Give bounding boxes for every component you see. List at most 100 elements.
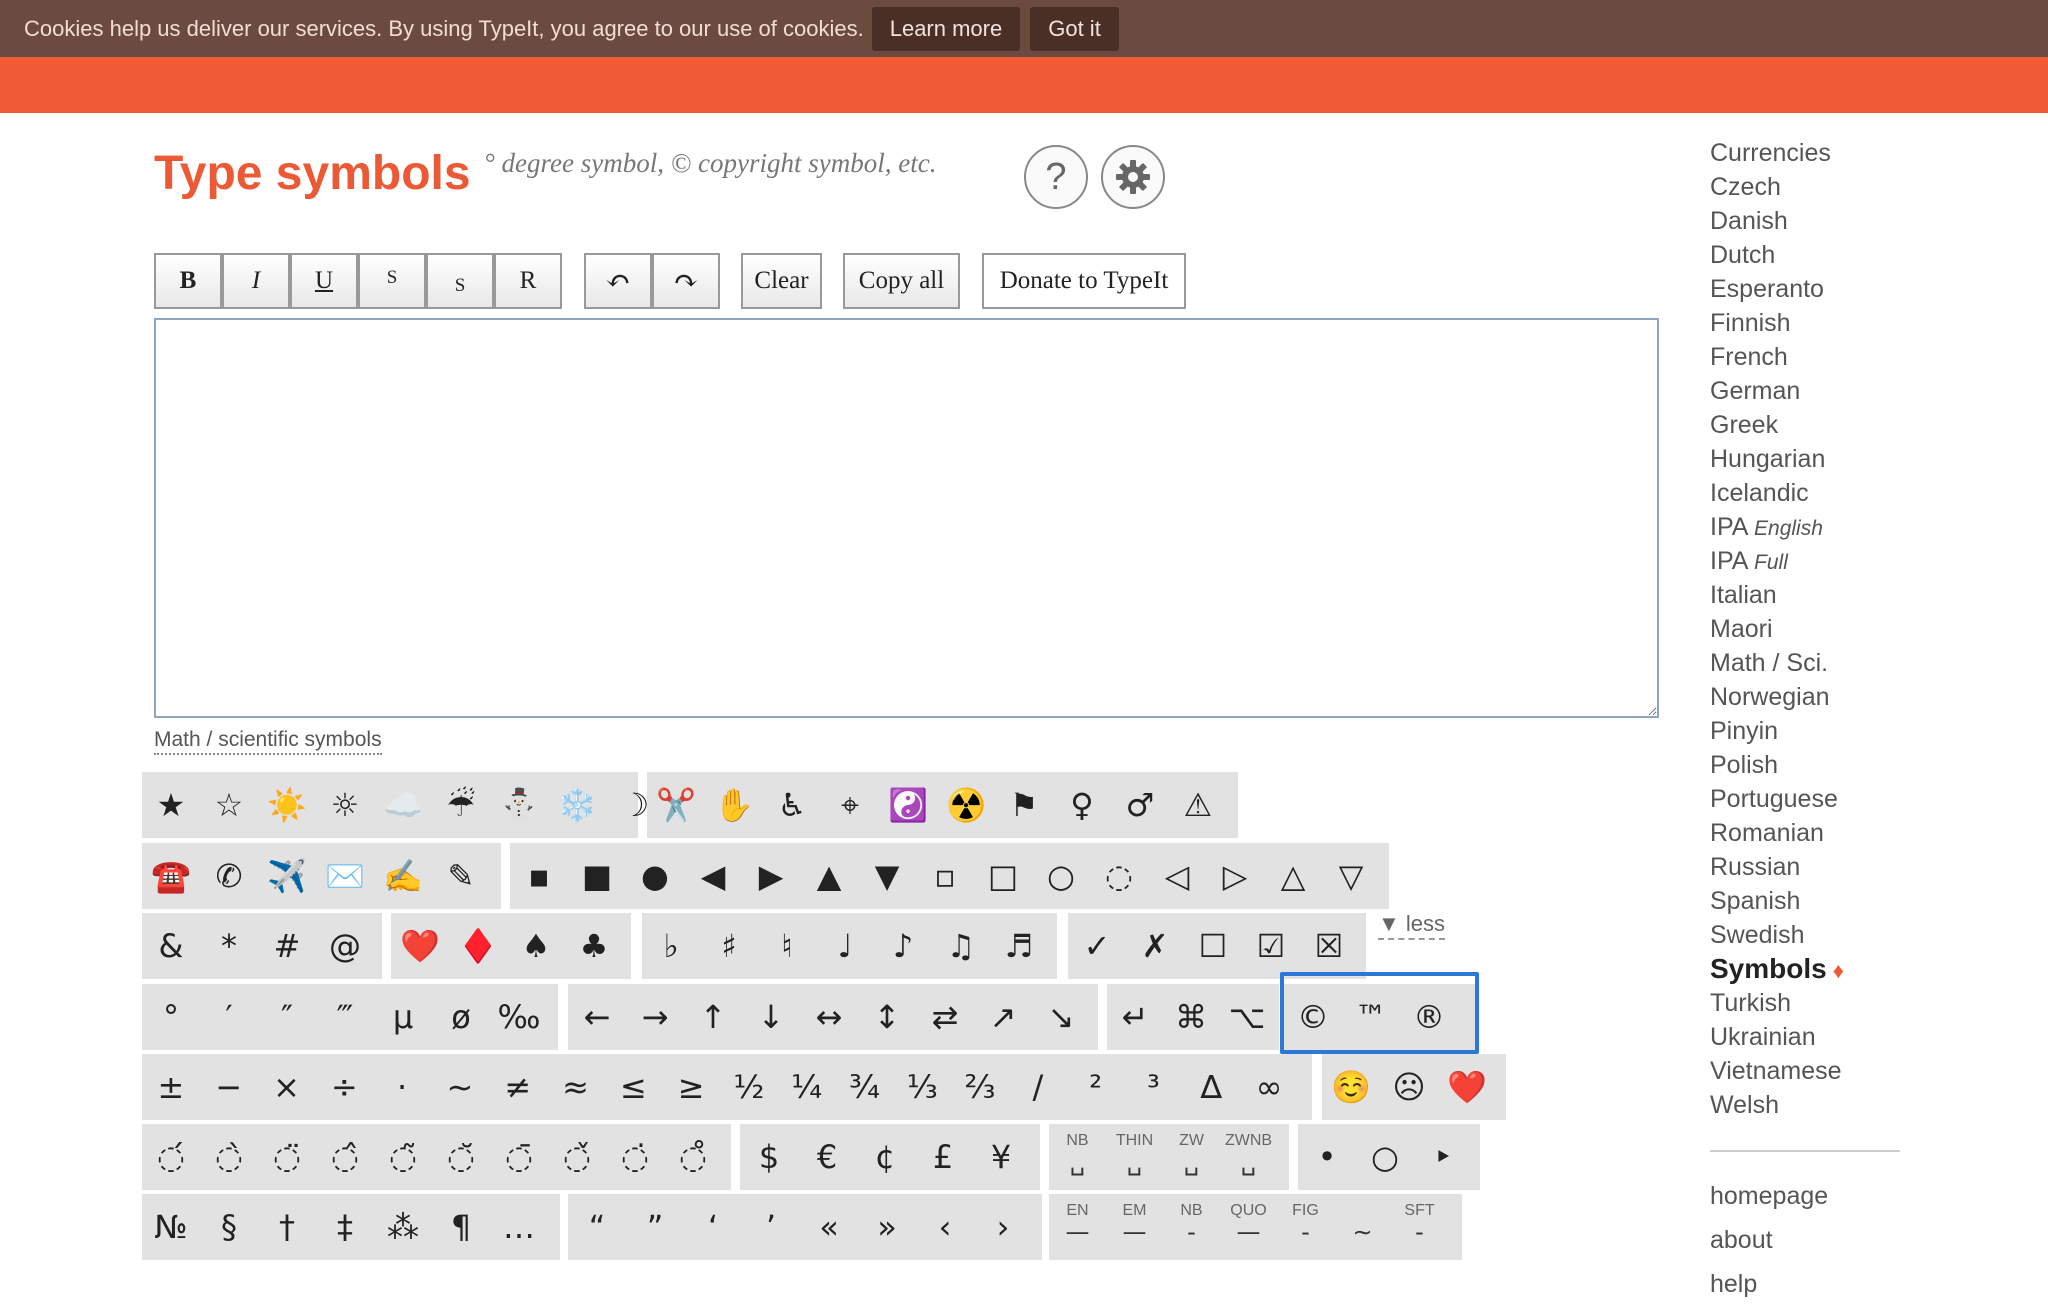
symbol-key[interactable]: $ bbox=[740, 1124, 798, 1190]
symbol-key[interactable]: ▼ bbox=[858, 843, 916, 909]
symbol-key[interactable]: … bbox=[490, 1194, 548, 1260]
symbol-key[interactable]: ✗ bbox=[1126, 913, 1184, 979]
symbol-key[interactable]: / bbox=[1009, 1054, 1067, 1120]
symbol-key[interactable]: ™ bbox=[1342, 984, 1400, 1050]
sidebar-item-vietnamese[interactable]: Vietnamese bbox=[1710, 1054, 2010, 1088]
symbol-key[interactable]: ◌̇ bbox=[606, 1124, 664, 1190]
sidebar-item-swedish[interactable]: Swedish bbox=[1710, 918, 2010, 952]
symbol-key[interactable]: ♫ bbox=[932, 913, 990, 979]
symbol-key[interactable]: ⌘ bbox=[1163, 984, 1219, 1050]
symbol-key[interactable]: ❤️ bbox=[1438, 1054, 1496, 1120]
symbol-key[interactable]: ✓ bbox=[1068, 913, 1126, 979]
sidebar-link-about[interactable]: about bbox=[1710, 1218, 2010, 1262]
symbol-key[interactable]: ✍️ bbox=[374, 843, 432, 909]
symbol-key[interactable]: EM — bbox=[1106, 1194, 1163, 1260]
symbol-key[interactable]: ☀️ bbox=[258, 772, 316, 838]
symbol-key[interactable]: ☔ bbox=[432, 772, 490, 838]
undo-button[interactable]: ↶ bbox=[584, 253, 652, 309]
symbol-key[interactable]: ✂️ bbox=[647, 772, 705, 838]
symbol-key[interactable]: ♪ bbox=[874, 913, 932, 979]
symbol-key[interactable]: « bbox=[800, 1194, 858, 1260]
symbol-key[interactable]: △ bbox=[1264, 843, 1322, 909]
symbol-key[interactable]: ↗ bbox=[974, 984, 1032, 1050]
subscript-button[interactable]: S bbox=[426, 253, 494, 309]
symbol-key[interactable]: ☑ bbox=[1242, 913, 1300, 979]
symbol-key[interactable]: ◌ bbox=[1090, 843, 1148, 909]
symbol-key[interactable]: ♯ bbox=[700, 913, 758, 979]
clear-button[interactable]: Clear bbox=[741, 253, 822, 309]
symbol-key[interactable]: □ bbox=[974, 843, 1032, 909]
sidebar-item-finnish[interactable]: Finnish bbox=[1710, 306, 2010, 340]
symbol-key[interactable]: ◌̄ bbox=[490, 1124, 548, 1190]
symbol-key[interactable]: ‹ bbox=[916, 1194, 974, 1260]
symbol-key[interactable]: ✎ bbox=[432, 843, 490, 909]
symbol-key[interactable]: ♿ bbox=[763, 772, 821, 838]
sidebar-item-hungarian[interactable]: Hungarian bbox=[1710, 442, 2010, 476]
sidebar-item-maori[interactable]: Maori bbox=[1710, 612, 2010, 646]
symbol-key[interactable]: ☺️ bbox=[1322, 1054, 1380, 1120]
symbol-key[interactable]: ↕ bbox=[858, 984, 916, 1050]
symbol-key[interactable]: ¢ bbox=[856, 1124, 914, 1190]
symbol-key[interactable]: ‣ bbox=[1414, 1124, 1472, 1190]
bold-button[interactable]: B bbox=[154, 253, 222, 309]
symbol-key[interactable]: ○ bbox=[1356, 1124, 1414, 1190]
symbol-key[interactable]: ◌̌ bbox=[548, 1124, 606, 1190]
symbol-key[interactable]: ≠ bbox=[489, 1054, 547, 1120]
symbol-key[interactable]: · bbox=[373, 1054, 431, 1120]
italic-button[interactable]: I bbox=[222, 253, 290, 309]
symbol-key[interactable]: × bbox=[258, 1054, 316, 1120]
section-label[interactable]: Math / scientific symbols bbox=[154, 728, 382, 755]
sidebar-item-russian[interactable]: Russian bbox=[1710, 850, 2010, 884]
symbol-key[interactable]: ▶ bbox=[742, 843, 800, 909]
symbol-key[interactable]: ◌̆ bbox=[432, 1124, 490, 1190]
superscript-button[interactable]: S bbox=[358, 253, 426, 309]
symbol-key[interactable]: ♩ bbox=[816, 913, 874, 979]
sidebar-item-symbols[interactable]: Symbols ♦ bbox=[1710, 952, 2010, 986]
symbol-key[interactable]: ♦️ bbox=[449, 913, 507, 979]
symbol-key[interactable]: ¥ bbox=[972, 1124, 1030, 1190]
symbol-key[interactable]: † bbox=[258, 1194, 316, 1260]
symbol-key[interactable]: ÷ bbox=[315, 1054, 373, 1120]
help-button[interactable]: ? bbox=[1024, 145, 1088, 209]
symbol-key[interactable]: ◌̂ bbox=[316, 1124, 374, 1190]
sidebar-link-help[interactable]: help bbox=[1710, 1262, 2010, 1306]
symbol-key[interactable]: ⛄ bbox=[490, 772, 548, 838]
symbol-key[interactable]: @ bbox=[316, 913, 374, 979]
symbol-key[interactable]: ¶ bbox=[432, 1194, 490, 1260]
text-editor[interactable] bbox=[154, 318, 1659, 718]
symbol-key[interactable]: * bbox=[200, 913, 258, 979]
less-toggle[interactable]: ▼ less bbox=[1378, 911, 1446, 940]
copy-all-button[interactable]: Copy all bbox=[843, 253, 960, 309]
symbol-key[interactable]: ❄️ bbox=[548, 772, 606, 838]
symbol-key[interactable]: £ bbox=[914, 1124, 972, 1190]
sidebar-item-icelandic[interactable]: Icelandic bbox=[1710, 476, 2010, 510]
symbol-key[interactable]: ‘ bbox=[684, 1194, 742, 1260]
symbol-key[interactable]: ❤️ bbox=[391, 913, 449, 979]
symbol-key[interactable]: ″ bbox=[258, 984, 316, 1050]
symbol-key[interactable]: ♂ bbox=[1111, 772, 1169, 838]
sidebar-item-dutch[interactable]: Dutch bbox=[1710, 238, 2010, 272]
symbol-key[interactable]: ≤ bbox=[604, 1054, 662, 1120]
symbol-key[interactable]: ▷ bbox=[1206, 843, 1264, 909]
symbol-key[interactable]: ⇄ bbox=[916, 984, 974, 1050]
symbol-key[interactable]: FIG - bbox=[1277, 1194, 1334, 1260]
symbol-key[interactable]: NB - bbox=[1163, 1194, 1220, 1260]
symbol-key[interactable]: ♬ bbox=[990, 913, 1048, 979]
symbol-key[interactable]: ✈️ bbox=[258, 843, 316, 909]
symbol-key[interactable]: ● bbox=[626, 843, 684, 909]
symbol-key[interactable]: ¾ bbox=[836, 1054, 894, 1120]
reset-format-button[interactable]: R bbox=[494, 253, 562, 309]
symbol-key[interactable]: ⌖ bbox=[821, 772, 879, 838]
settings-button[interactable] bbox=[1101, 145, 1165, 209]
symbol-key[interactable]: € bbox=[798, 1124, 856, 1190]
sidebar-item-italian[interactable]: Italian bbox=[1710, 578, 2010, 612]
symbol-key[interactable]: ¼ bbox=[778, 1054, 836, 1120]
symbol-key[interactable]: ✉️ bbox=[316, 843, 374, 909]
symbol-key[interactable]: ‡ bbox=[316, 1194, 374, 1260]
symbol-key[interactable]: ☐ bbox=[1184, 913, 1242, 979]
symbol-key[interactable]: ◌̀ bbox=[200, 1124, 258, 1190]
symbol-key[interactable]: → bbox=[626, 984, 684, 1050]
symbol-key[interactable]: ↓ bbox=[742, 984, 800, 1050]
symbol-key[interactable]: ◀ bbox=[684, 843, 742, 909]
symbol-key[interactable]: ♮ bbox=[758, 913, 816, 979]
